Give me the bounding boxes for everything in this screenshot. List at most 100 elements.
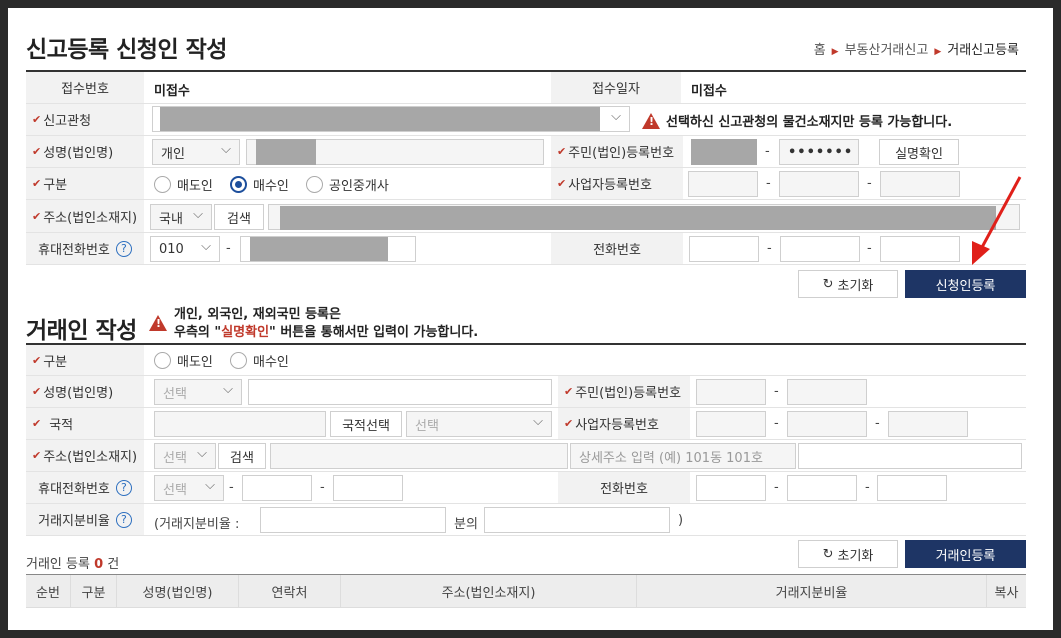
required-check-icon: ✔ xyxy=(557,177,567,190)
s2-nation-input[interactable] xyxy=(154,411,326,437)
applicant-register-button[interactable]: 신청인등록 xyxy=(905,270,1026,298)
s2-phone-1[interactable] xyxy=(696,475,766,501)
s2-radio-buyer[interactable]: 매수인 xyxy=(230,351,289,370)
refresh-icon: ↻ xyxy=(822,276,834,292)
s2-name-type-select[interactable]: 선택 xyxy=(154,379,242,405)
s2-biz-1[interactable] xyxy=(696,411,766,437)
dash: - xyxy=(320,480,325,495)
col-share: 거래지분비율 xyxy=(636,575,986,607)
s2-biz-label: ✔ 사업자등록번호 xyxy=(558,408,690,439)
biz-no-1[interactable] xyxy=(688,171,758,197)
category-label: ✔ 구분 xyxy=(26,168,144,199)
section2-title: 거래인 작성 xyxy=(26,318,137,344)
breadcrumb-home[interactable]: 홈 xyxy=(814,43,826,58)
s2-share-prefix: (거래지분비율 : xyxy=(154,517,240,532)
s2-id-front[interactable] xyxy=(696,379,766,405)
breadcrumb-real-estate[interactable]: 부동산거래신고 xyxy=(845,43,929,58)
page-frame: 신고등록 신청인 작성 홈 ▶ 부동산거래신고 ▶ 거래신고등록 접수번호 미접수 접수… xyxy=(8,8,1053,630)
mobile-prefix-select[interactable]: 010 xyxy=(150,236,220,262)
receipt-date-value: 미접수 xyxy=(691,84,727,99)
s2-id-back[interactable] xyxy=(787,379,867,405)
radio-circle-icon xyxy=(306,176,323,193)
s2-biz-3[interactable] xyxy=(888,411,968,437)
name-type-select[interactable]: 개인 xyxy=(152,139,240,165)
help-icon[interactable]: ? xyxy=(115,511,132,528)
phone-3[interactable] xyxy=(880,236,960,262)
biz-no-3[interactable] xyxy=(880,171,960,197)
trader-count-value: 0 xyxy=(94,557,104,572)
s2-address-country-select[interactable]: 선택 xyxy=(154,443,216,469)
s2-name-input[interactable] xyxy=(248,379,552,405)
radio-seller[interactable]: 매도인 xyxy=(154,175,213,194)
verify-button[interactable]: 실명확인 xyxy=(879,139,959,165)
address-country-select[interactable]: 국내 xyxy=(150,204,212,230)
s2-share-suffix: ) xyxy=(678,513,684,528)
row-divider xyxy=(26,439,1026,440)
s2-mobile-mid[interactable] xyxy=(242,475,312,501)
required-check-icon: ✔ xyxy=(32,449,42,462)
row-divider xyxy=(26,135,1026,136)
s2-share-numerator[interactable] xyxy=(260,507,446,533)
required-check-icon: ✔ xyxy=(32,353,42,367)
trader-register-button[interactable]: 거래인등록 xyxy=(905,540,1026,568)
address-label: ✔ 주소(법인소재지) xyxy=(26,200,144,232)
radio-circle-icon xyxy=(154,176,171,193)
row-divider xyxy=(26,535,1026,536)
row-divider xyxy=(26,199,1026,200)
s2-reset-button[interactable]: ↻ 초기화 xyxy=(798,540,898,568)
name-label: ✔ 성명(법인명) xyxy=(26,136,144,167)
reset-button[interactable]: ↻ 초기화 xyxy=(798,270,898,298)
dash: - xyxy=(875,416,880,431)
id-back-masked[interactable]: ••••••• xyxy=(779,139,859,165)
dash: - xyxy=(865,480,870,495)
id-label: ✔ 주민(법인)등록번호 xyxy=(551,136,683,167)
s2-phone-3[interactable] xyxy=(877,475,947,501)
required-check-icon: ✔ xyxy=(564,385,574,398)
address-search-button[interactable]: 검색 xyxy=(214,204,264,230)
s2-address-detail-input[interactable]: 상세주소 입력 (예) 101동 101호 xyxy=(570,443,796,469)
s2-mobile-last[interactable] xyxy=(333,475,403,501)
office-warning: 선택하신 신고관청의 물건소재지만 등록 가능합니다. xyxy=(642,111,952,130)
s2-nation-select[interactable]: 선택 xyxy=(406,411,552,437)
s2-address-extra-input[interactable] xyxy=(798,443,1022,469)
col-contact: 연락처 xyxy=(238,575,340,607)
col-category: 구분 xyxy=(70,575,116,607)
row-divider xyxy=(26,471,1026,472)
required-check-icon: ✔ xyxy=(557,145,567,158)
breadcrumb-current: 거래신고등록 xyxy=(947,43,1019,58)
dash: - xyxy=(767,241,772,256)
required-check-icon: ✔ xyxy=(32,385,42,398)
s2-share-denominator[interactable] xyxy=(484,507,670,533)
breadcrumb: 홈 ▶ 부동산거래신고 ▶ 거래신고등록 xyxy=(814,39,1019,58)
s2-address-search-button[interactable]: 검색 xyxy=(218,443,266,469)
phone-2[interactable] xyxy=(780,236,860,262)
s2-mobile-prefix-select[interactable]: 선택 xyxy=(154,475,224,501)
phone-1[interactable] xyxy=(689,236,759,262)
dash: - xyxy=(867,241,872,256)
required-check-icon: ✔ xyxy=(32,209,42,223)
s2-category-label: ✔ 구분 xyxy=(26,345,144,375)
row-divider xyxy=(26,503,1026,504)
biz-no-2[interactable] xyxy=(779,171,859,197)
redacted-address xyxy=(280,206,996,230)
row-divider xyxy=(26,375,1026,376)
biz-label: ✔ 사업자등록번호 xyxy=(551,168,683,199)
s2-nation-button[interactable]: 국적선택 xyxy=(330,411,402,437)
s2-address-input[interactable] xyxy=(270,443,568,469)
dash: - xyxy=(229,480,234,495)
radio-buyer[interactable]: 매수인 xyxy=(230,175,289,194)
s2-phone-2[interactable] xyxy=(787,475,857,501)
help-icon[interactable]: ? xyxy=(115,479,132,496)
help-icon[interactable]: ? xyxy=(115,240,132,257)
dash: - xyxy=(867,176,872,191)
s2-biz-2[interactable] xyxy=(787,411,867,437)
row-divider xyxy=(26,103,1026,104)
s2-radio-seller[interactable]: 매도인 xyxy=(154,351,213,370)
required-check-icon: ✔ xyxy=(32,145,42,158)
s2-address-label: ✔ 주소(법인소재지) xyxy=(26,440,144,471)
s2-share-label: 거래지분비율? xyxy=(26,504,144,535)
page-title: 신고등록 신청인 작성 xyxy=(26,37,227,63)
section1-top-border xyxy=(26,70,1026,72)
radio-circle-icon xyxy=(230,352,247,369)
radio-agent[interactable]: 공인중개사 xyxy=(306,175,389,194)
